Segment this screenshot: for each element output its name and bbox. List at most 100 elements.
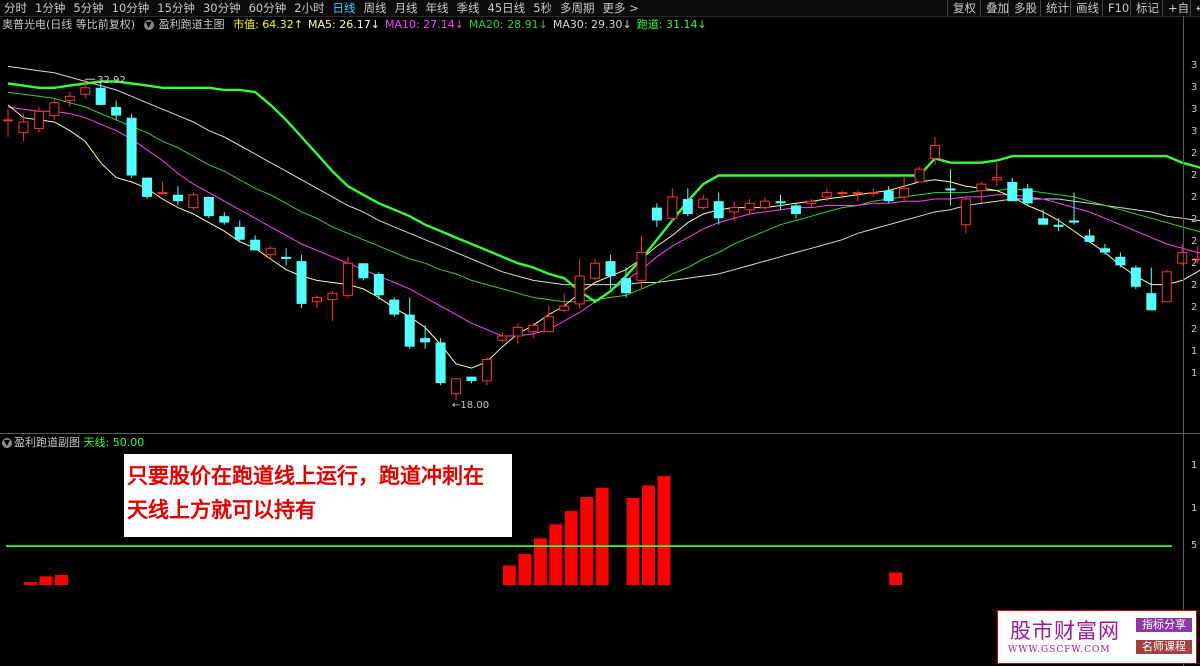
candle-body bbox=[389, 299, 400, 315]
candle-body bbox=[481, 359, 492, 382]
candle-body bbox=[543, 316, 554, 333]
candle-body bbox=[497, 335, 508, 341]
candle-body bbox=[33, 110, 44, 129]
candle-body bbox=[868, 192, 879, 195]
candle-body bbox=[296, 261, 307, 304]
y-tick-main-12: 2 bbox=[1191, 324, 1198, 335]
watermark-url: WWW.GSCFW.COM bbox=[1008, 645, 1111, 655]
candle-body bbox=[157, 192, 168, 195]
candle-body bbox=[775, 201, 786, 204]
candle-body bbox=[404, 314, 415, 347]
candle-body bbox=[698, 198, 709, 209]
candle-body bbox=[373, 273, 384, 296]
sub-bar bbox=[595, 487, 609, 585]
candle-body bbox=[342, 262, 353, 296]
candle-body bbox=[528, 324, 539, 333]
candle-body bbox=[312, 296, 322, 303]
candle-body bbox=[250, 239, 261, 251]
candle-body bbox=[203, 196, 214, 217]
y-tick-main-11: 2 bbox=[1191, 302, 1198, 313]
y-tick-main-6: 2 bbox=[1191, 192, 1198, 203]
annotation-box: 只要股价在跑道线上运行，跑道冲刺在 天线上方就可以持有 bbox=[124, 454, 512, 537]
candle-body bbox=[821, 192, 832, 198]
candle-body bbox=[914, 168, 925, 183]
y-tick-main-2: 3 bbox=[1191, 104, 1198, 115]
y-tick-main-1: 3 bbox=[1191, 82, 1198, 93]
candle-body bbox=[435, 342, 446, 384]
candle-body bbox=[466, 376, 477, 381]
low-label: ←18.00 bbox=[452, 400, 489, 411]
candle-body bbox=[713, 201, 724, 219]
candle-body bbox=[327, 292, 338, 301]
sub-bar bbox=[580, 497, 594, 585]
candle-body bbox=[899, 187, 910, 198]
candle-body bbox=[49, 102, 60, 117]
sub-bar bbox=[657, 476, 671, 585]
y-tick-sub-2: 5 bbox=[1191, 540, 1198, 551]
price-chart[interactable]: 32.92 ←18.00 bbox=[0, 0, 1200, 666]
candle-body bbox=[1130, 267, 1141, 287]
candle-body bbox=[590, 262, 601, 279]
y-tick-sub-1: 1 bbox=[1191, 503, 1198, 514]
candle-body bbox=[64, 95, 75, 102]
candle-body bbox=[281, 256, 292, 259]
runway-line bbox=[7, 80, 1200, 304]
sub-bar bbox=[889, 572, 903, 585]
candle-body bbox=[729, 207, 740, 213]
watermark-tag-1: 指标分享 bbox=[1136, 618, 1192, 632]
y-tick-main-5: 2 bbox=[1191, 170, 1198, 181]
candle-body bbox=[188, 194, 199, 209]
ma10-line bbox=[7, 106, 1200, 337]
antenna-value: 天线: 50.00 bbox=[83, 436, 145, 449]
candle-body bbox=[574, 275, 585, 305]
y-tick-main-14: 1 bbox=[1191, 368, 1198, 379]
y-axis-line bbox=[1183, 16, 1184, 666]
candle-body bbox=[358, 263, 369, 279]
sub-bar bbox=[549, 524, 563, 585]
candle-body bbox=[636, 252, 647, 281]
collapse-icon[interactable]: ▼ bbox=[2, 438, 12, 448]
candle-body bbox=[790, 205, 801, 215]
candle-body bbox=[80, 87, 91, 95]
sub-bar bbox=[642, 485, 655, 585]
sub-bar bbox=[518, 553, 532, 585]
high-label: 32.92 bbox=[97, 75, 126, 86]
y-tick-sub-0: 1 bbox=[1191, 460, 1198, 471]
candle-body bbox=[172, 194, 183, 202]
candle-body bbox=[1007, 181, 1018, 202]
watermark-logo: 股市财富网 WWW.GSCFW.COM 指标分享 名师课程 bbox=[997, 610, 1197, 664]
candle-body bbox=[760, 200, 771, 209]
candle-body bbox=[420, 338, 431, 343]
candle-body bbox=[806, 200, 817, 204]
ma20-line bbox=[7, 91, 1200, 303]
y-tick-main-9: 2 bbox=[1191, 258, 1198, 269]
candle-body bbox=[744, 202, 755, 211]
candle-body bbox=[234, 226, 245, 240]
candle-body bbox=[930, 145, 940, 159]
candle-body bbox=[18, 121, 29, 134]
candle-body bbox=[1161, 271, 1172, 303]
sub-bar bbox=[39, 576, 53, 585]
candle-body bbox=[1038, 218, 1049, 225]
sub-bar bbox=[626, 497, 640, 585]
candle-body bbox=[1053, 224, 1064, 227]
watermark-title: 股市财富网 bbox=[1010, 619, 1120, 643]
sub-indicator-name[interactable]: 盈利跑道副图 bbox=[14, 436, 80, 449]
candle-body bbox=[451, 378, 462, 395]
sub-legend: ▼ 盈利跑道副图 天线: 50.00 bbox=[2, 436, 144, 450]
candle-body bbox=[837, 192, 848, 195]
y-tick-main-7: 2 bbox=[1191, 214, 1198, 225]
candle-body bbox=[1115, 256, 1126, 266]
candle-body bbox=[1084, 235, 1095, 242]
candle-body bbox=[111, 107, 122, 116]
panel-divider[interactable] bbox=[0, 433, 1200, 434]
candle-body bbox=[945, 188, 956, 191]
candle-body bbox=[219, 216, 230, 223]
candle-body bbox=[960, 198, 971, 226]
y-tick-main-4: 2 bbox=[1191, 148, 1198, 159]
candle-body bbox=[976, 183, 987, 191]
y-tick-main-8: 2 bbox=[1191, 236, 1198, 247]
candle-body bbox=[667, 196, 678, 219]
y-tick-main-10: 2 bbox=[1191, 280, 1198, 291]
watermark-tag-2: 名师课程 bbox=[1136, 640, 1192, 654]
